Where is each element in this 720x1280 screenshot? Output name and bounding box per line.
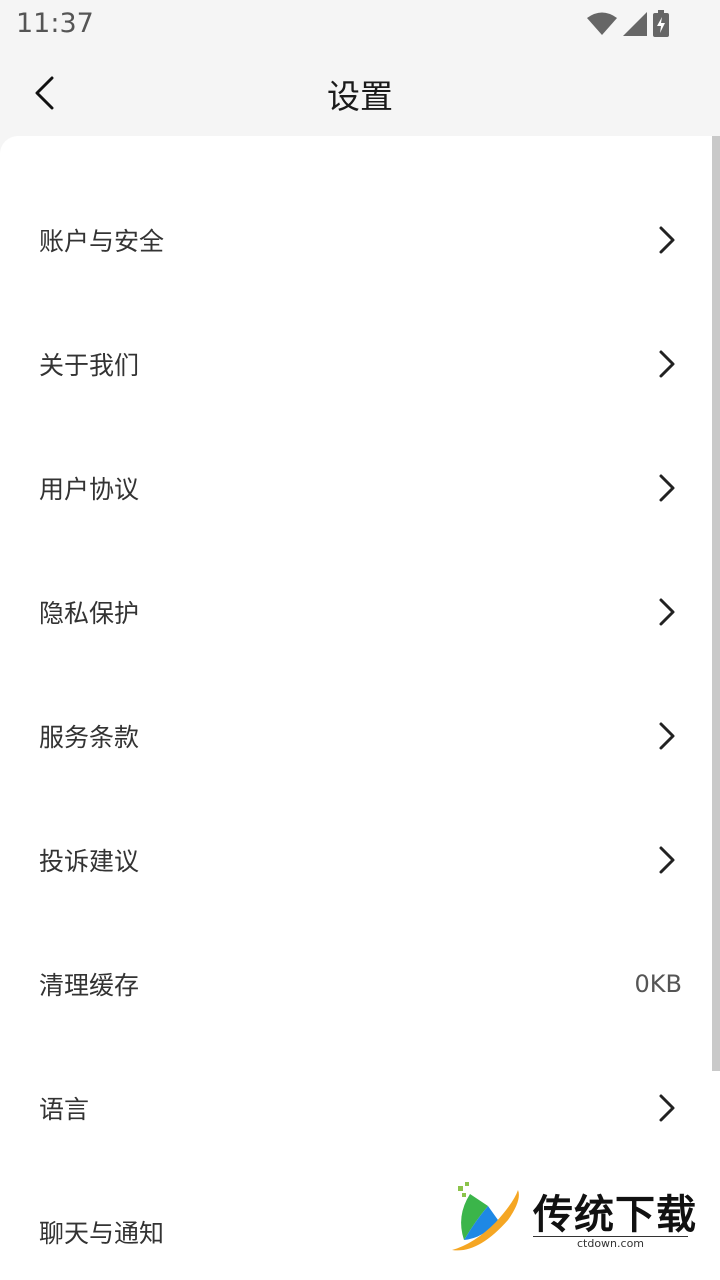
watermark-title: 传统下载 (533, 1192, 697, 1238)
cache-size-value: 0KB (634, 970, 682, 998)
nav-bar: 设置 (0, 50, 720, 136)
settings-item-label: 用户协议 (39, 475, 140, 504)
signal-icon (623, 12, 647, 36)
chevron-right-icon (659, 846, 675, 874)
settings-item-label: 服务条款 (39, 723, 140, 752)
settings-item-label: 语言 (39, 1095, 90, 1124)
chevron-right-icon (659, 474, 675, 502)
settings-item-privacy[interactable]: 隐私保护 (0, 550, 712, 674)
chevron-right-icon (659, 350, 675, 378)
settings-item-clear-cache[interactable]: 清理缓存 0KB (0, 922, 712, 1046)
chevron-right-icon (659, 1094, 675, 1122)
settings-item-account-security[interactable]: 账户与安全 (0, 178, 712, 302)
settings-item-label: 关于我们 (39, 351, 140, 380)
scrollbar[interactable] (712, 136, 720, 1071)
wifi-icon (587, 12, 617, 35)
watermark: 传统下载 ctdown.com (448, 1180, 698, 1260)
settings-item-label: 隐私保护 (39, 599, 140, 628)
watermark-domain: ctdown.com (533, 1236, 688, 1251)
settings-item-terms-of-service[interactable]: 服务条款 (0, 674, 712, 798)
settings-item-label: 聊天与通知 (39, 1219, 165, 1248)
settings-item-label: 投诉建议 (39, 847, 140, 876)
status-time: 11:37 (16, 8, 94, 39)
status-icons (586, 10, 670, 38)
settings-list: 账户与安全 关于我们 用户协议 隐私保护 服务条款 投诉建议 清理缓存 0KB … (0, 136, 720, 1280)
battery-charging-icon (653, 10, 669, 37)
watermark-logo (452, 1182, 519, 1251)
status-bar: 11:37 (0, 0, 720, 50)
settings-item-label: 清理缓存 (39, 971, 140, 1000)
settings-item-user-agreement[interactable]: 用户协议 (0, 426, 712, 550)
settings-item-about-us[interactable]: 关于我们 (0, 302, 712, 426)
chevron-right-icon (659, 722, 675, 750)
settings-item-feedback[interactable]: 投诉建议 (0, 798, 712, 922)
settings-item-language[interactable]: 语言 (0, 1046, 712, 1170)
page-title: 设置 (327, 77, 393, 116)
settings-item-label: 账户与安全 (39, 227, 165, 256)
chevron-right-icon (659, 226, 675, 254)
chevron-right-icon (659, 598, 675, 626)
